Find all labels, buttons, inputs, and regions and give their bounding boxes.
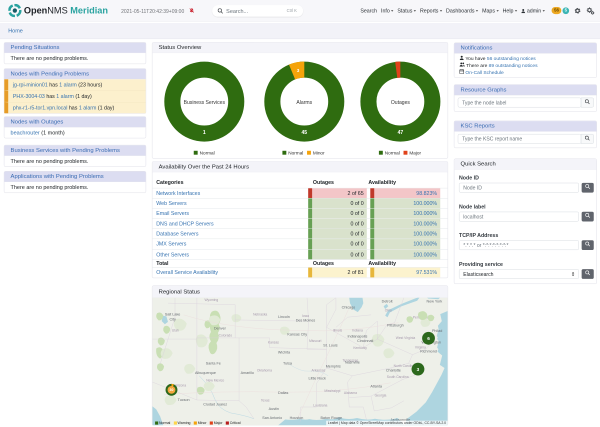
svg-text:Mississippi: Mississippi <box>324 389 340 393</box>
svg-text:Albuquerque: Albuquerque <box>195 371 216 375</box>
svg-text:6: 6 <box>427 336 430 341</box>
svg-text:Austin: Austin <box>269 407 279 411</box>
svg-text:Wyoming: Wyoming <box>204 298 218 302</box>
svg-text:Indiana: Indiana <box>352 329 363 333</box>
svg-text:Pittsburgh: Pittsburgh <box>387 324 404 328</box>
svg-text:Memphis: Memphis <box>326 365 341 369</box>
svg-text:Amarillo: Amarillo <box>241 371 254 375</box>
svg-text:Normal: Normal <box>200 150 215 155</box>
svg-text:Oklahoma: Oklahoma <box>257 368 272 372</box>
svg-text:Salt Lake: Salt Lake <box>165 313 180 317</box>
svg-text:Ciudad Juarez: Ciudad Juarez <box>203 402 227 406</box>
svg-text:Tucson: Tucson <box>178 398 190 402</box>
svg-text:Tulsa: Tulsa <box>283 361 293 365</box>
svg-text:Charlotte: Charlotte <box>386 368 401 372</box>
svg-text:New York: New York <box>427 300 443 304</box>
svg-text:Wichita: Wichita <box>278 351 291 355</box>
svg-text:Chicago: Chicago <box>342 306 356 310</box>
svg-text:Richmond: Richmond <box>420 350 437 354</box>
svg-text:Dallas: Dallas <box>278 391 288 395</box>
svg-text:Houston: Houston <box>290 416 304 420</box>
svg-text:Louisiana: Louisiana <box>313 404 327 408</box>
svg-text:City: City <box>169 317 176 321</box>
svg-text:Tennessee: Tennessee <box>342 359 358 363</box>
svg-text:Major: Major <box>409 150 421 155</box>
svg-text:Georgia: Georgia <box>375 393 387 397</box>
svg-text:Missouri: Missouri <box>309 339 322 343</box>
svg-text:Normal: Normal <box>288 150 303 155</box>
svg-text:Kentucky: Kentucky <box>353 346 367 350</box>
svg-text:30: 30 <box>170 388 174 392</box>
svg-text:Cincinnati: Cincinnati <box>357 339 373 343</box>
svg-text:45: 45 <box>301 130 307 136</box>
svg-text:Indianapolis: Indianapolis <box>348 335 368 339</box>
svg-text:Philad: Philad <box>432 329 442 333</box>
svg-text:Santa Fe: Santa Fe <box>206 361 221 365</box>
svg-text:Colorado: Colorado <box>219 334 233 338</box>
svg-text:Utah: Utah <box>172 329 179 333</box>
svg-text:Kansas: Kansas <box>268 340 279 344</box>
svg-text:Arkansas: Arkansas <box>311 368 325 372</box>
svg-text:New Mexico: New Mexico <box>206 379 224 383</box>
svg-text:Nebraska: Nebraska <box>253 313 267 317</box>
svg-text:Baton Rouge: Baton Rouge <box>320 416 342 420</box>
svg-text:Illinois: Illinois <box>333 329 343 333</box>
svg-text:Des Moines: Des Moines <box>296 318 316 322</box>
svg-text:3: 3 <box>417 367 420 372</box>
svg-text:Outages: Outages <box>391 100 411 106</box>
svg-text:Virginia: Virginia <box>415 345 426 349</box>
svg-text:3: 3 <box>297 68 300 73</box>
svg-text:Alarms: Alarms <box>296 100 312 106</box>
svg-text:West Virginia: West Virginia <box>396 336 416 340</box>
svg-text:1: 1 <box>203 130 206 136</box>
svg-text:Ohio: Ohio <box>385 309 392 313</box>
svg-text:St. Louis: St. Louis <box>323 343 338 347</box>
svg-text:Normal: Normal <box>385 150 400 155</box>
svg-text:Atlanta: Atlanta <box>370 385 382 389</box>
svg-text:Lincoln: Lincoln <box>278 315 290 319</box>
svg-text:Iowa: Iowa <box>302 314 309 318</box>
svg-text:Texas: Texas <box>261 399 270 403</box>
svg-text:San Antonio: San Antonio <box>262 416 282 420</box>
svg-text:Business Services: Business Services <box>184 100 226 106</box>
svg-text:Kansas City: Kansas City <box>287 333 307 337</box>
svg-text:Detroit: Detroit <box>382 300 393 304</box>
svg-text:South Carolina: South Carolina <box>387 375 409 379</box>
svg-text:Alabama: Alabama <box>344 391 357 395</box>
svg-text:Little Rock: Little Rock <box>309 377 326 381</box>
svg-text:47: 47 <box>398 130 404 136</box>
svg-text:Minor: Minor <box>313 150 325 155</box>
svg-text:Denver: Denver <box>214 326 227 330</box>
